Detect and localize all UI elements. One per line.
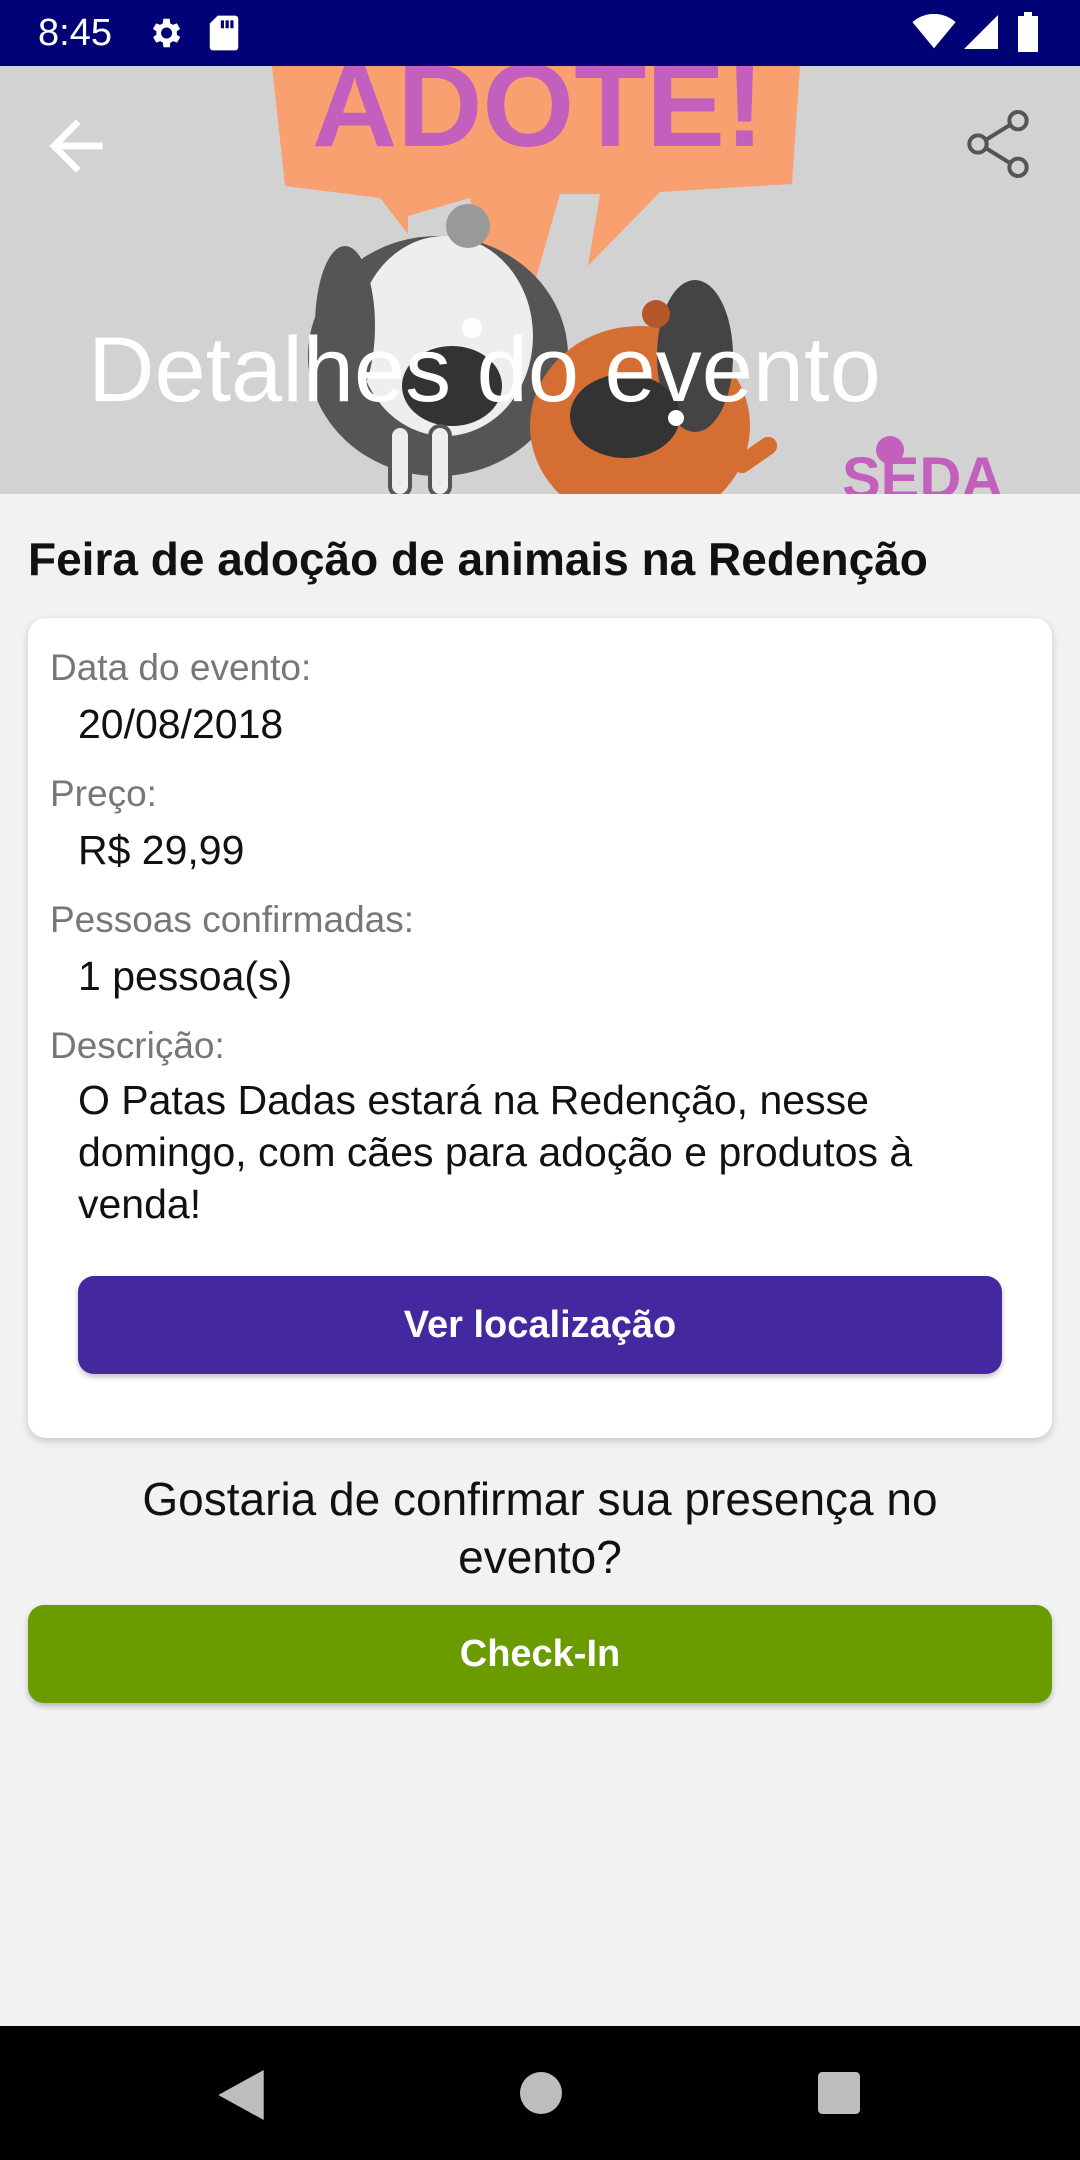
adoption-illustration: ADOTE! SEDA	[0, 66, 1080, 494]
sd-card-icon	[209, 15, 239, 51]
share-icon[interactable]	[958, 104, 1038, 184]
date-value: 20/08/2018	[78, 701, 284, 747]
gear-icon	[152, 18, 181, 48]
price-label: Preço:	[50, 773, 157, 814]
page-title: Detalhes do evento	[88, 319, 881, 421]
checkin-button[interactable]: Check-In	[28, 1605, 1052, 1703]
banner-text: ADOTE!	[312, 66, 764, 172]
view-location-button[interactable]: Ver localização	[78, 1276, 1002, 1374]
signal-icon	[964, 15, 998, 49]
description-label: Descrição:	[50, 1025, 225, 1066]
event-details-card: Data do evento: 20/08/2018 Preço: R$ 29,…	[28, 618, 1052, 1438]
wifi-icon	[912, 14, 956, 49]
navigation-bar	[0, 2026, 1080, 2160]
header-banner: ADOTE! SEDA Detalhes do evento	[0, 66, 1080, 494]
nav-back-icon[interactable]	[218, 2070, 264, 2120]
confirmed-value: 1 pessoa(s)	[78, 953, 293, 999]
battery-icon	[1018, 12, 1038, 52]
status-bar: 8:45	[0, 0, 1080, 66]
checkin-question: Gostaria de confirmar sua presença no ev…	[142, 1473, 938, 1583]
banner-logo: SEDA	[842, 446, 1003, 494]
event-title: Feira de adoção de animais na Redenção	[28, 533, 928, 585]
nav-home-icon[interactable]	[520, 2072, 562, 2114]
confirmed-label: Pessoas confirmadas:	[50, 899, 415, 940]
date-label: Data do evento:	[50, 647, 312, 688]
arrow-left-icon[interactable]	[36, 106, 116, 186]
price-value: R$ 29,99	[78, 827, 245, 873]
nav-recents-icon[interactable]	[818, 2072, 860, 2114]
description-value: O Patas Dadas estará na Redenção, nesse …	[78, 1077, 913, 1227]
status-time: 8:45	[38, 12, 112, 54]
